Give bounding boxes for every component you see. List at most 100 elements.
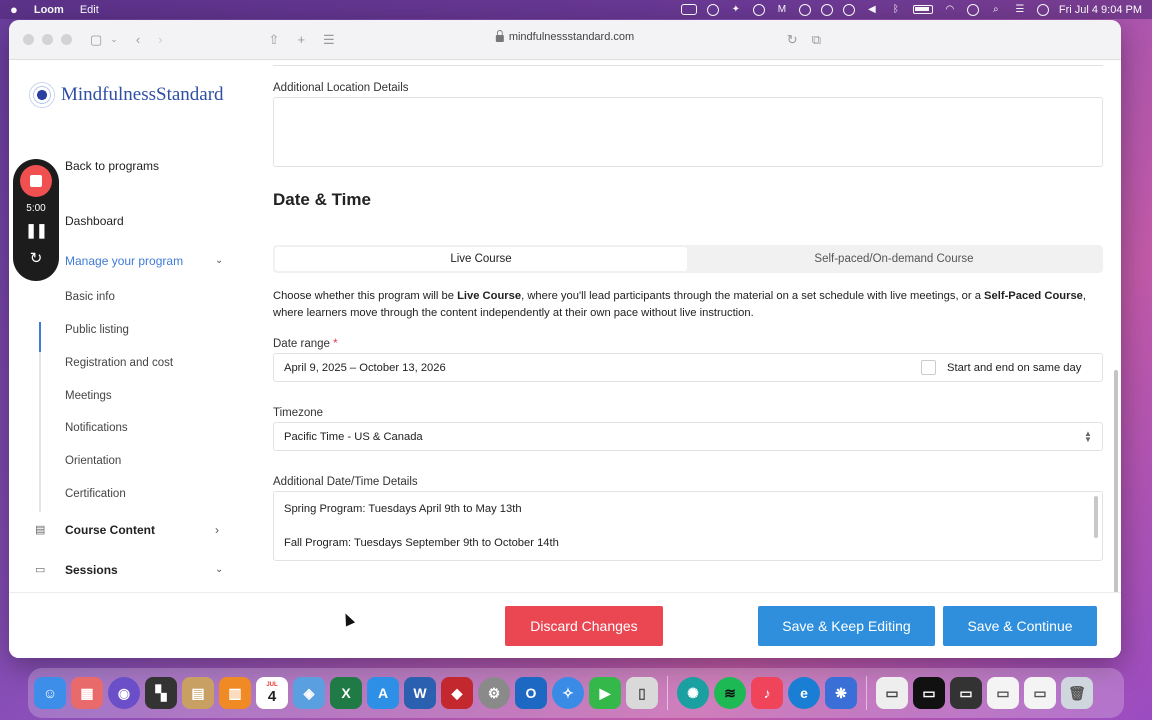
books-icon[interactable]: ▥ xyxy=(219,677,251,709)
security-app-icon[interactable]: ◆ xyxy=(441,677,473,709)
control-center-icon[interactable]: ☰ xyxy=(1013,4,1027,16)
menubar-clock[interactable]: Fri Jul 4 9:04 PM xyxy=(1059,4,1142,16)
launchpad-icon[interactable]: ▦ xyxy=(71,677,103,709)
notes-app-icon[interactable]: ▤ xyxy=(182,677,214,709)
chevron-right-icon[interactable]: › xyxy=(215,523,219,537)
textarea-scrollbar[interactable] xyxy=(1094,496,1098,538)
loom-app-icon[interactable]: ✺ xyxy=(677,677,709,709)
siri-app-icon[interactable]: ◉ xyxy=(108,677,140,709)
tab-self-paced-course[interactable]: Self-paced/On-demand Course xyxy=(687,247,1101,271)
preview-icon[interactable]: ▯ xyxy=(626,677,658,709)
recent-window-thumbnail[interactable]: ▭ xyxy=(876,677,908,709)
system-settings-icon[interactable]: ⚙ xyxy=(478,677,510,709)
sidebar-item-notifications[interactable]: Notifications xyxy=(65,422,128,434)
siri-icon[interactable] xyxy=(1036,3,1049,16)
datetime-details-label: Additional Date/Time Details xyxy=(273,476,418,488)
safari-icon[interactable]: ✧ xyxy=(552,677,584,709)
screen-share-icon[interactable] xyxy=(680,4,697,15)
sidebar-item-manage-program[interactable]: Manage your program xyxy=(65,254,183,268)
save-continue-button[interactable]: Save & Continue xyxy=(943,606,1097,646)
bluetooth-icon[interactable]: ᛒ xyxy=(889,4,903,16)
trash-icon[interactable]: 🗑 xyxy=(1061,677,1093,709)
spotlight-search-icon[interactable]: ⌕ xyxy=(989,4,1003,16)
excel-icon[interactable]: X xyxy=(330,677,362,709)
tab-overview-icon[interactable]: ⧉ xyxy=(812,32,821,48)
reload-icon[interactable]: ↻ xyxy=(787,32,798,48)
calendar-icon[interactable]: JUL 4 xyxy=(256,677,288,709)
status-icon[interactable] xyxy=(798,3,811,16)
mission-control-icon[interactable]: ▚ xyxy=(145,677,177,709)
wifi-icon[interactable]: ◠ xyxy=(943,4,957,16)
chevron-down-icon[interactable]: ⌄ xyxy=(215,564,223,575)
timezone-select[interactable]: Pacific Time - US & Canada ▲ ▼ xyxy=(273,422,1103,451)
logo-mark-icon xyxy=(25,78,59,112)
spotify-icon[interactable]: ≋ xyxy=(714,677,746,709)
finder-icon[interactable]: ☺ xyxy=(34,677,66,709)
new-tab-icon[interactable]: + xyxy=(297,32,305,47)
pause-icon[interactable]: ❚❚ xyxy=(25,222,47,239)
volume-icon[interactable]: ◀ xyxy=(865,4,879,16)
loom-status-icon[interactable] xyxy=(706,3,719,16)
share-icon[interactable]: ⇧ xyxy=(269,32,280,48)
stop-recording-button[interactable] xyxy=(20,165,52,197)
close-window-button[interactable] xyxy=(23,34,34,45)
outlook-icon[interactable]: O xyxy=(515,677,547,709)
sidebar-item-orientation[interactable]: Orientation xyxy=(65,455,121,467)
sidebar-item-course-content[interactable]: Course Content xyxy=(65,523,155,537)
sidebar-toggle-icon[interactable]: ▢ xyxy=(90,32,102,48)
sidebar-item-basic-info[interactable]: Basic info xyxy=(65,291,115,303)
sidebar-item-registration[interactable]: Registration and cost xyxy=(65,357,173,369)
date-range-input[interactable]: April 9, 2025 – October 13, 2026 Start a… xyxy=(273,353,1103,382)
additional-location-input[interactable] xyxy=(273,97,1103,167)
app-store-icon[interactable]: A xyxy=(367,677,399,709)
recent-window-thumbnail[interactable]: ▭ xyxy=(950,677,982,709)
logo-text: MindfulnessStandard xyxy=(61,84,224,105)
address-bar[interactable]: mindfulnessstandard.com xyxy=(495,30,634,43)
chevron-down-icon[interactable]: ⌄ xyxy=(110,34,118,45)
play-icon[interactable] xyxy=(842,3,855,16)
chevron-down-icon[interactable]: ⌄ xyxy=(215,255,223,266)
sidebar-item-meetings[interactable]: Meetings xyxy=(65,390,112,402)
select-arrows-icon: ▲ ▼ xyxy=(1084,429,1092,444)
save-keep-editing-button[interactable]: Save & Keep Editing xyxy=(758,606,935,646)
sidebar-item-public-listing[interactable]: Public listing xyxy=(65,324,129,336)
facetime-icon[interactable]: ▶ xyxy=(589,677,621,709)
malwarebytes-icon[interactable]: M xyxy=(775,4,789,16)
menubar-edit-menu[interactable]: Edit xyxy=(80,4,99,16)
recent-window-thumbnail[interactable]: ▭ xyxy=(1024,677,1056,709)
sidebar-item-sessions[interactable]: Sessions xyxy=(65,563,118,577)
course-content-icon: ▤ xyxy=(35,524,46,536)
page-scrollbar[interactable] xyxy=(1114,370,1118,600)
back-to-programs-link[interactable]: Back to programs xyxy=(65,159,159,173)
recent-window-thumbnail[interactable]: ▭ xyxy=(987,677,1019,709)
restart-icon[interactable]: ↻ xyxy=(30,249,43,267)
creative-cloud-icon[interactable] xyxy=(752,3,765,16)
minimize-window-button[interactable] xyxy=(42,34,53,45)
same-day-checkbox[interactable] xyxy=(921,360,936,375)
maps-icon[interactable]: ◈ xyxy=(293,677,325,709)
same-day-label[interactable]: Start and end on same day xyxy=(947,362,1081,374)
edge-icon[interactable]: e xyxy=(788,677,820,709)
word-icon[interactable]: W xyxy=(404,677,436,709)
menubar-app-name[interactable]: Loom xyxy=(34,4,64,16)
back-arrow-icon[interactable]: ‹ xyxy=(136,32,140,47)
battery-icon[interactable] xyxy=(912,5,933,14)
dropbox-icon[interactable]: ✦ xyxy=(729,4,743,16)
forward-arrow-icon[interactable]: › xyxy=(158,32,162,47)
site-logo[interactable]: MindfulnessStandard xyxy=(25,78,224,112)
reader-icon[interactable]: ☰ xyxy=(323,32,335,48)
zoom-window-button[interactable] xyxy=(61,34,72,45)
tab-live-course[interactable]: Live Course xyxy=(275,247,687,271)
user-icon[interactable] xyxy=(966,3,979,16)
datetime-details-textarea[interactable]: Spring Program: Tuesdays April 9th to Ma… xyxy=(273,491,1103,561)
settings-gear-app-icon[interactable]: ❋ xyxy=(825,677,857,709)
music-icon[interactable]: ♪ xyxy=(751,677,783,709)
apple-menu-icon[interactable]: ● xyxy=(10,2,18,17)
required-marker: * xyxy=(333,338,338,350)
time-machine-icon[interactable] xyxy=(820,3,833,16)
sidebar-item-certification[interactable]: Certification xyxy=(65,488,126,500)
form-action-bar: Discard Changes Save & Keep Editing Save… xyxy=(9,592,1121,658)
recent-window-thumbnail[interactable]: ▭ xyxy=(913,677,945,709)
sidebar-item-dashboard[interactable]: Dashboard xyxy=(65,214,124,228)
discard-changes-button[interactable]: Discard Changes xyxy=(505,606,663,646)
